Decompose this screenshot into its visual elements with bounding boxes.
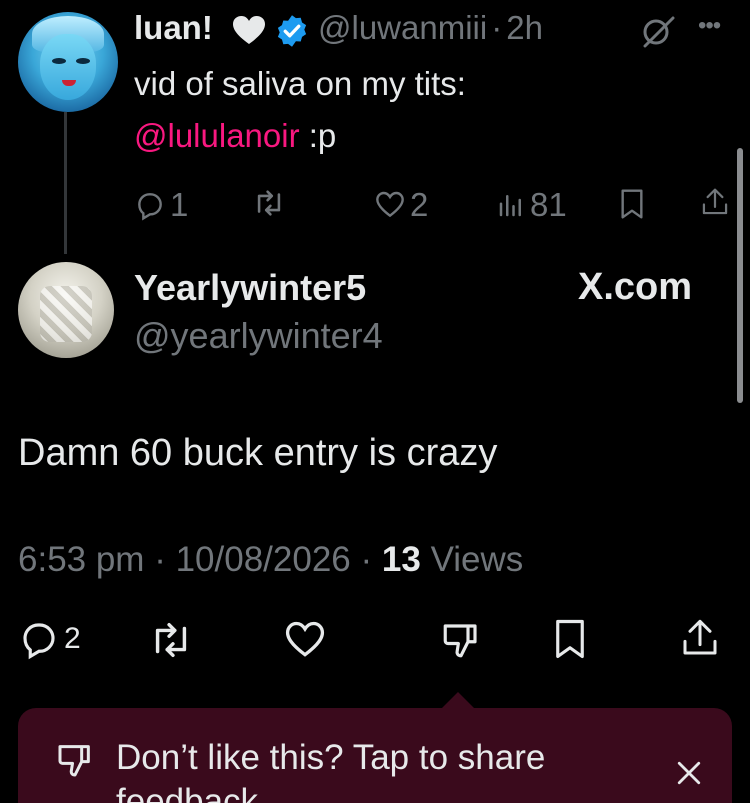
dislike-button[interactable] (440, 618, 482, 662)
bookmark-button[interactable] (618, 188, 646, 220)
bookmark-icon (621, 189, 643, 219)
reply-handle[interactable]: @yearlywinter4 (134, 315, 383, 357)
bookmark-button-2[interactable] (552, 618, 588, 660)
like-button-2[interactable] (282, 618, 328, 662)
tweet-time: 6:53 pm (18, 540, 145, 579)
separator: · (491, 9, 503, 46)
heart-emoji-icon (232, 16, 266, 46)
share-icon (702, 188, 728, 215)
tweet-text: vid of saliva on my tits: (134, 65, 466, 102)
thread-line (64, 112, 67, 254)
grok-icon[interactable] (640, 16, 676, 48)
bookmark-icon (556, 619, 584, 659)
reply-button[interactable]: 1 (134, 186, 188, 224)
mention-link[interactable]: @lululanoir (134, 117, 300, 154)
xcom-label: X.com (578, 266, 693, 308)
tweet-date: 10/08/2026 (175, 540, 351, 579)
feedback-text[interactable]: Don’t like this? Tap to share feedback (116, 736, 636, 803)
reply-count-2: 2 (64, 622, 81, 655)
more-options-icon[interactable]: ••• (698, 12, 721, 40)
views-chart-icon (499, 195, 521, 217)
avatar-yearlywinter[interactable] (18, 262, 114, 358)
views-number: 13 (381, 540, 421, 579)
reply-display-name[interactable]: Yearlywinter5 (134, 267, 366, 309)
views-label[interactable]: Views (431, 540, 524, 579)
thumbs-down-icon (443, 624, 477, 658)
thumbs-down-icon (54, 740, 96, 780)
close-icon[interactable] (676, 760, 702, 786)
handle: @luwanmiii (318, 9, 488, 46)
share-button[interactable] (700, 186, 730, 218)
views-button[interactable]: 81 (496, 186, 567, 224)
share-button-2[interactable] (680, 616, 720, 660)
repost-icon (155, 622, 187, 658)
like-count: 2 (410, 186, 429, 223)
tweet-text-line2: @lululanoir :p (134, 116, 336, 156)
heart-icon (285, 621, 325, 657)
scrollbar[interactable] (737, 148, 743, 403)
reply-count: 1 (170, 186, 189, 223)
reply-button-2[interactable]: 2 (18, 618, 81, 660)
share-icon (683, 619, 717, 655)
display-name[interactable]: luan! (134, 9, 213, 47)
reply-icon (138, 193, 162, 221)
tweet-meta: 6:53 pm · 10/08/2026 · 13 Views (18, 540, 524, 579)
reply-icon (23, 623, 55, 660)
repost-button[interactable] (252, 188, 286, 218)
tweet-text-tail: :p (299, 117, 337, 154)
handle-and-time[interactable]: @luwanmiii · 2h (318, 9, 543, 47)
verified-badge-icon (274, 13, 310, 49)
reply-tweet-text: Damn 60 buck entry is crazy (18, 432, 498, 474)
repost-icon (257, 190, 281, 216)
views-count: 81 (530, 186, 567, 223)
repost-button-2[interactable] (148, 620, 194, 660)
like-button[interactable]: 2 (374, 186, 428, 224)
timestamp: 2h (506, 9, 543, 46)
avatar-luan[interactable] (18, 12, 118, 112)
heart-icon (376, 191, 404, 218)
